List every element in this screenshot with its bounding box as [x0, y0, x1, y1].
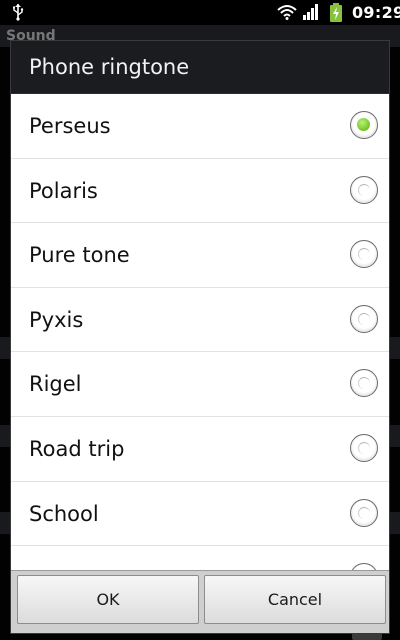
status-time: 09:29: [352, 3, 400, 22]
ringtone-label: Rigel: [29, 372, 82, 397]
dialog-button-bar: OK Cancel: [11, 570, 389, 633]
ok-button[interactable]: OK: [17, 575, 199, 624]
radio-button[interactable]: [350, 369, 378, 398]
list-item[interactable]: Rigel: [11, 352, 389, 417]
list-item[interactable]: Polaris: [11, 159, 389, 224]
list-item[interactable]: Pure tone: [11, 223, 389, 288]
wifi-icon: [277, 5, 297, 20]
ringtone-label: Polaris: [29, 178, 98, 203]
list-item[interactable]: [11, 546, 389, 570]
battery-charging-icon: [330, 3, 342, 22]
list-item[interactable]: Perseus: [11, 94, 389, 159]
ringtone-label: Road trip: [29, 436, 125, 461]
signal-icon: [303, 4, 318, 20]
radio-button[interactable]: [350, 240, 378, 269]
ringtone-dialog: Phone ringtone Perseus Polaris Pure tone…: [10, 40, 390, 634]
radio-button[interactable]: [350, 498, 378, 527]
usb-icon: [13, 4, 24, 21]
dialog-title: Phone ringtone: [11, 41, 389, 94]
ringtone-label: Perseus: [29, 114, 111, 138]
ringtone-label: Pyxis: [29, 307, 84, 332]
radio-button[interactable]: [350, 175, 378, 204]
radio-button-selected[interactable]: [350, 111, 378, 139]
list-item[interactable]: Pyxis: [11, 288, 389, 353]
cancel-button[interactable]: Cancel: [204, 575, 386, 624]
list-item[interactable]: Road trip: [11, 417, 389, 482]
ringtone-label: School: [29, 501, 99, 526]
list-item[interactable]: School: [11, 482, 389, 547]
radio-button[interactable]: [350, 304, 378, 333]
ringtone-label: Pure tone: [29, 243, 130, 268]
radio-button[interactable]: [350, 563, 378, 570]
status-bar: 09:29: [0, 0, 400, 25]
radio-button[interactable]: [350, 433, 378, 462]
ringtone-list[interactable]: Perseus Polaris Pure tone Pyxis Rigel Ro…: [11, 94, 389, 570]
